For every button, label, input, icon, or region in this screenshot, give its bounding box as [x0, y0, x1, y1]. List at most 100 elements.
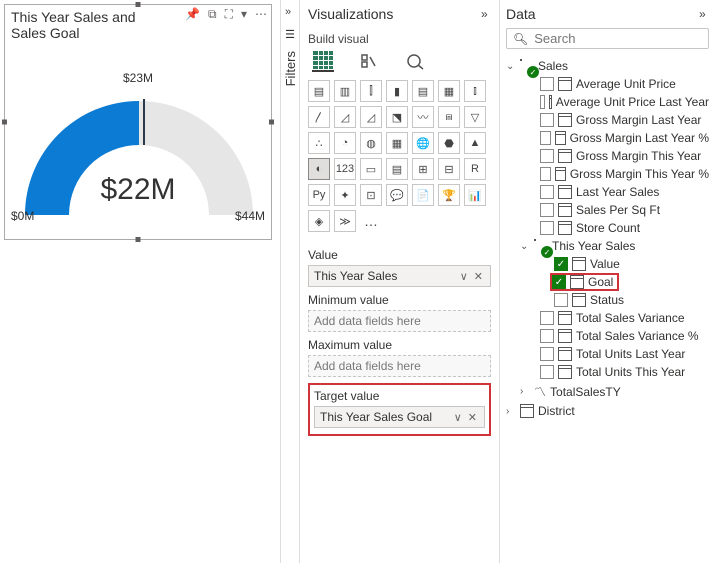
viz-type-slicer[interactable]: ▤	[386, 158, 408, 180]
min-well[interactable]: Add data fields here	[308, 310, 491, 332]
viz-type-clustered-bar[interactable]: ▥	[334, 80, 356, 102]
checkbox[interactable]	[540, 347, 554, 361]
viz-type-ellipsis[interactable]: …	[360, 210, 382, 232]
checkbox[interactable]	[540, 311, 554, 325]
checkbox[interactable]	[540, 167, 551, 181]
viz-type-waterfall[interactable]: ⩎	[438, 106, 460, 128]
field-item[interactable]: Total Sales Variance %	[576, 329, 699, 343]
checkbox[interactable]	[540, 131, 551, 145]
viz-type-ribbon[interactable]: 〰	[412, 106, 434, 128]
search-field[interactable]	[534, 31, 702, 46]
field-item[interactable]: Average Unit Price	[576, 77, 676, 91]
viz-type-stacked-column[interactable]: ⫿	[360, 80, 382, 102]
viz-type-more[interactable]: ≫	[334, 210, 356, 232]
filters-panel-collapsed[interactable]: » ☰ Filters	[280, 0, 300, 563]
checkbox[interactable]	[540, 221, 554, 235]
viz-type-clustered-column[interactable]: ▮	[386, 80, 408, 102]
field-item[interactable]: Goal	[588, 275, 613, 289]
checkbox[interactable]	[540, 365, 554, 379]
viz-type-gauge[interactable]: ◐	[308, 158, 330, 180]
field-item[interactable]: Total Sales Variance	[576, 311, 685, 325]
field-item[interactable]: Average Unit Price Last Year	[556, 95, 709, 109]
checkbox[interactable]: ✓	[552, 275, 566, 289]
chevron-down-icon[interactable]: ⌄	[506, 61, 516, 72]
viz-type-stacked-area[interactable]: ◿	[360, 106, 382, 128]
field-item[interactable]: Gross Margin This Year	[576, 149, 701, 163]
checkbox[interactable]: ✓	[554, 257, 568, 271]
field-item[interactable]: Total Units Last Year	[576, 347, 685, 361]
checkbox[interactable]	[540, 77, 554, 91]
viz-type-key-influencers[interactable]: ✦	[334, 184, 356, 206]
filter-icon[interactable]: ▾	[239, 7, 249, 21]
target-well[interactable]: This Year Sales Goal ∨✕	[314, 406, 485, 428]
analytics-tab[interactable]	[404, 50, 426, 72]
format-visual-tab[interactable]	[358, 50, 380, 72]
chevron-right-icon[interactable]: ›	[520, 386, 530, 397]
viz-type-r[interactable]: R	[464, 158, 486, 180]
checkbox[interactable]	[540, 149, 554, 163]
viz-type-line[interactable]: 〳	[308, 106, 330, 128]
viz-type-azure-map[interactable]: ▲	[464, 132, 486, 154]
checkbox[interactable]	[540, 203, 554, 217]
viz-type-stacked-bar[interactable]: ▤	[308, 80, 330, 102]
chevron-down-icon[interactable]: ∨	[454, 411, 462, 424]
viz-type-line-column[interactable]: ⫾	[464, 80, 486, 102]
table-sales[interactable]: Sales	[538, 59, 568, 73]
viz-type-qa[interactable]: 💬	[386, 184, 408, 206]
field-item[interactable]: TotalSalesTY	[550, 385, 621, 399]
checkbox[interactable]	[554, 293, 568, 307]
max-well[interactable]: Add data fields here	[308, 355, 491, 377]
viz-type-pie[interactable]: ◔	[334, 132, 356, 154]
remove-icon[interactable]: ✕	[468, 411, 477, 424]
viz-type-kpi[interactable]: ▭	[360, 158, 382, 180]
field-item[interactable]: Status	[590, 293, 624, 307]
value-well[interactable]: This Year Sales ∨✕	[308, 265, 491, 287]
pin-icon[interactable]: 📌	[183, 7, 202, 21]
chevron-right-icon[interactable]: »	[699, 7, 709, 21]
chevron-down-icon[interactable]: ∨	[460, 270, 468, 283]
chevron-right-icon[interactable]: ›	[506, 406, 516, 417]
search-input[interactable]: 🔍︎	[506, 28, 709, 49]
viz-type-power-automate[interactable]: ◈	[308, 210, 330, 232]
checkbox[interactable]	[540, 185, 554, 199]
viz-type-table[interactable]: ⊞	[412, 158, 434, 180]
viz-type-stacked-bar-100[interactable]: ▤	[412, 80, 434, 102]
chevron-right-icon[interactable]: »	[481, 7, 491, 21]
viz-type-line-column2[interactable]: ⬔	[386, 106, 408, 128]
checkbox[interactable]	[540, 329, 554, 343]
field-item[interactable]: Value	[590, 257, 620, 271]
viz-type-narrative[interactable]: 📄	[412, 184, 434, 206]
viz-type-decomp[interactable]: ⊡	[360, 184, 382, 206]
field-item[interactable]: Sales Per Sq Ft	[576, 203, 660, 217]
field-item[interactable]: Gross Margin This Year %	[570, 167, 709, 181]
viz-type-power-apps[interactable]: 📊	[464, 184, 486, 206]
remove-icon[interactable]: ✕	[474, 270, 483, 283]
viz-type-clustered-column-100[interactable]: ▦	[438, 80, 460, 102]
viz-type-card[interactable]: 123	[334, 158, 356, 180]
viz-type-treemap[interactable]: ▦	[386, 132, 408, 154]
chevron-down-icon[interactable]: ⌄	[520, 241, 530, 252]
more-icon[interactable]: ⋯	[253, 7, 269, 21]
viz-type-donut[interactable]: ◍	[360, 132, 382, 154]
viz-type-filled-map[interactable]: ⬣	[438, 132, 460, 154]
field-item[interactable]: Store Count	[576, 221, 640, 235]
viz-type-paginated[interactable]: 🏆	[438, 184, 460, 206]
field-item[interactable]: Gross Margin Last Year	[576, 113, 701, 127]
field-item[interactable]: Last Year Sales	[576, 185, 659, 199]
checkbox[interactable]	[540, 113, 554, 127]
focus-icon[interactable]: ⛶	[223, 7, 235, 21]
copy-icon[interactable]: ⧉	[206, 7, 219, 21]
field-item[interactable]: Total Units This Year	[576, 365, 685, 379]
checkbox[interactable]	[540, 95, 545, 109]
viz-type-matrix[interactable]: ⊟	[438, 158, 460, 180]
viz-type-python[interactable]: Py	[308, 184, 330, 206]
viz-type-area[interactable]: ◿	[334, 106, 356, 128]
gauge-visual[interactable]: 📌 ⧉ ⛶ ▾ ⋯ This Year Sales and Sales Goal…	[4, 4, 272, 240]
table-district[interactable]: District	[538, 404, 575, 418]
viz-type-scatter[interactable]: ∴	[308, 132, 330, 154]
kpi-this-year-sales[interactable]: This Year Sales	[552, 239, 635, 253]
build-visual-tab[interactable]	[312, 50, 334, 72]
field-item[interactable]: Gross Margin Last Year %	[570, 131, 709, 145]
viz-type-map[interactable]: 🌐	[412, 132, 434, 154]
viz-type-funnel[interactable]: ▽	[464, 106, 486, 128]
